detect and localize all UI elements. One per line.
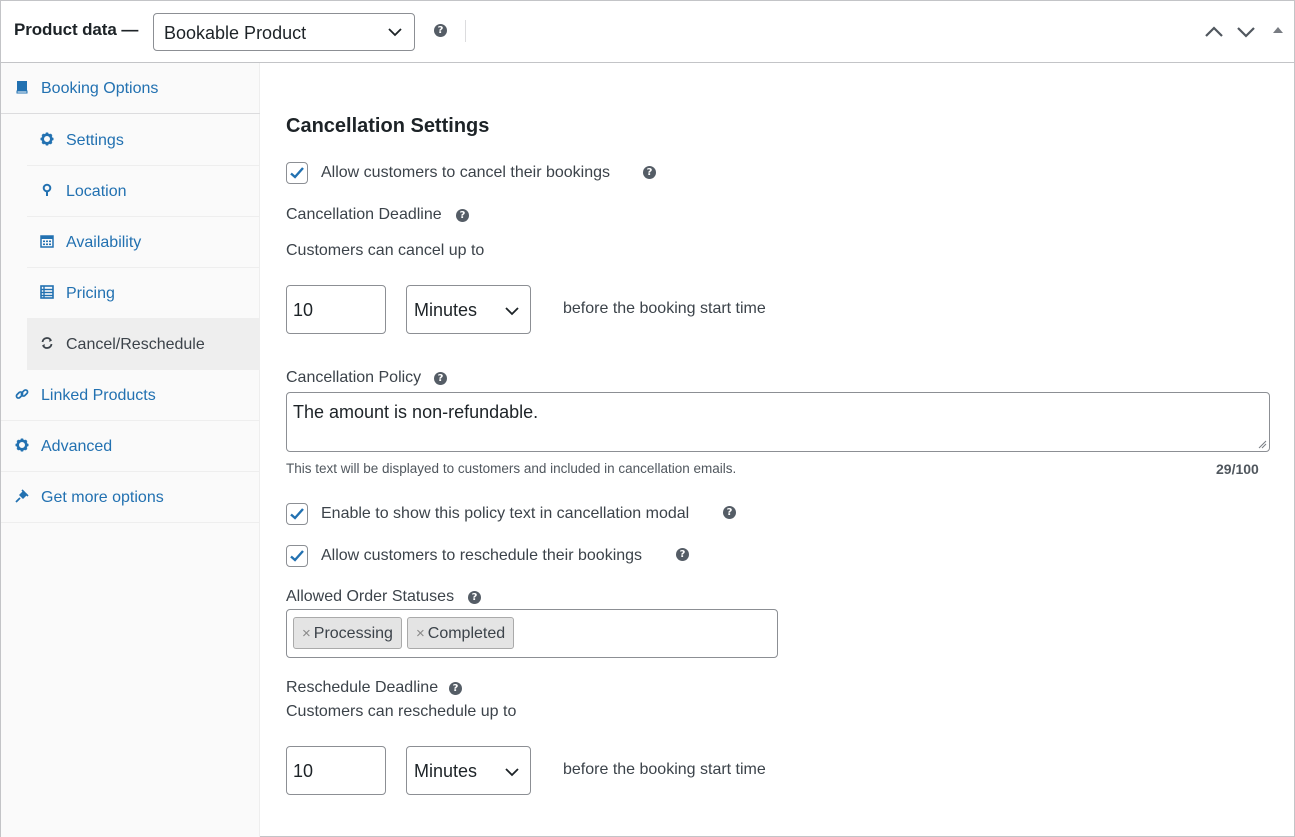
link-icon [15, 389, 29, 399]
sidebar-item-cancel-reschedule[interactable]: Cancel/Reschedule [27, 319, 260, 370]
sidebar-item-location[interactable]: Location [27, 166, 260, 217]
question-icon[interactable]: ? [434, 372, 447, 385]
question-icon[interactable]: ? [468, 591, 481, 604]
cancellation-policy-textarea[interactable]: The amount is non-refundable. [286, 392, 1270, 452]
show-policy-checkbox[interactable] [286, 503, 308, 525]
reschedule-deadline-label: Reschedule Deadline [286, 679, 439, 696]
cancel-deadline-value: 10 [293, 300, 314, 320]
checkmark-icon [290, 550, 304, 562]
gear-icon [40, 132, 54, 146]
reschedule-deadline-sublabel: Customers can reschedule up to [286, 703, 517, 720]
reschedule-deadline-suffix: before the booking start time [563, 761, 766, 778]
reschedule-deadline-unit-value: Minutes [414, 761, 478, 781]
list-icon [40, 285, 54, 299]
sidebar-item-label: Advanced [41, 438, 113, 455]
plugin-icon [15, 489, 29, 503]
status-tag-completed[interactable]: × Completed [407, 617, 515, 649]
status-tag-label: Processing [313, 625, 393, 642]
product-type-select[interactable]: Bookable Product [153, 13, 415, 51]
sidebar-item-label: Cancel/Reschedule [66, 336, 205, 353]
checkmark-icon [290, 167, 304, 179]
chevron-down-icon [388, 28, 402, 37]
allowed-order-statuses-label: Allowed Order Statuses [286, 588, 455, 605]
sidebar-item-label: Get more options [41, 489, 164, 506]
reschedule-deadline-value: 10 [293, 761, 314, 781]
allow-cancel-checkbox[interactable] [286, 162, 308, 184]
sidebar-item-advanced[interactable]: Advanced [1, 421, 260, 472]
remove-tag-icon[interactable]: × [302, 625, 311, 642]
question-icon[interactable]: ? [676, 548, 689, 561]
sidebar-item-label: Linked Products [41, 387, 156, 404]
product-data-header: Product data — Bookable Product ? [1, 1, 1294, 63]
cancel-deadline-suffix: before the booking start time [563, 300, 766, 317]
status-tag-label: Completed [427, 625, 506, 642]
cancellation-policy-text: The amount is non-refundable. [293, 402, 539, 422]
section-title: Cancellation Settings [286, 115, 490, 137]
chevron-down-icon [505, 307, 519, 316]
cancel-deadline-sublabel: Customers can cancel up to [286, 242, 485, 259]
calendar-icon [40, 235, 54, 248]
policy-hint: This text will be displayed to customers… [286, 461, 737, 476]
sidebar-item-pricing[interactable]: Pricing [27, 268, 260, 319]
location-pin-icon [42, 183, 52, 196]
product-data-panel: Product data — Bookable Product ? Bookin… [0, 0, 1295, 837]
question-icon[interactable]: ? [456, 209, 469, 222]
sidebar-item-booking-options[interactable]: Booking Options [1, 63, 260, 114]
allow-reschedule-label: Allow customers to reschedule their book… [321, 547, 643, 564]
panel-title: Product data — [14, 20, 139, 39]
allow-reschedule-checkbox[interactable] [286, 545, 308, 567]
sidebar-item-label: Location [66, 183, 127, 200]
move-down-icon[interactable] [1235, 21, 1257, 43]
cancel-deadline-unit-value: Minutes [414, 300, 478, 320]
refresh-icon [41, 337, 53, 349]
order-statuses-multiselect[interactable]: × Processing × Completed [286, 609, 778, 658]
collapse-toggle-icon[interactable] [1271, 23, 1285, 37]
book-icon [16, 81, 28, 94]
sidebar-item-availability[interactable]: Availability [27, 217, 260, 268]
product-data-tabs: Booking Options Settings Location Availa… [1, 63, 260, 837]
reschedule-deadline-unit-select[interactable]: Minutes [406, 746, 531, 795]
policy-char-counter: 29/100 [1216, 461, 1259, 477]
sidebar-item-get-more-options[interactable]: Get more options [1, 472, 260, 523]
allow-cancel-label: Allow customers to cancel their bookings [321, 164, 611, 181]
sidebar-item-settings[interactable]: Settings [27, 115, 260, 166]
cancel-deadline-input[interactable]: 10 [286, 285, 386, 334]
checkmark-icon [290, 508, 304, 520]
sidebar-item-label: Booking Options [41, 80, 159, 97]
question-icon[interactable]: ? [434, 24, 447, 37]
product-type-value: Bookable Product [164, 23, 307, 43]
status-tag-processing[interactable]: × Processing [293, 617, 402, 649]
question-icon[interactable]: ? [449, 682, 462, 695]
cancellation-policy-label: Cancellation Policy [286, 369, 422, 386]
sidebar-item-linked-products[interactable]: Linked Products [1, 370, 260, 421]
reschedule-deadline-input[interactable]: 10 [286, 746, 386, 795]
gear-icon [15, 438, 29, 452]
show-policy-label: Enable to show this policy text in cance… [321, 505, 690, 522]
sidebar-item-label: Settings [66, 132, 124, 149]
resize-grip-icon[interactable] [1257, 439, 1267, 449]
question-icon[interactable]: ? [723, 506, 736, 519]
header-divider [465, 20, 466, 42]
cancellation-deadline-label: Cancellation Deadline [286, 206, 442, 223]
move-up-icon[interactable] [1203, 21, 1225, 43]
question-icon[interactable]: ? [643, 166, 656, 179]
sidebar-item-label: Availability [66, 234, 142, 251]
remove-tag-icon[interactable]: × [416, 625, 425, 642]
cancel-deadline-unit-select[interactable]: Minutes [406, 285, 531, 334]
sidebar-item-label: Pricing [66, 285, 115, 302]
cancellation-settings-panel: Cancellation Settings Allow customers to… [261, 64, 1295, 837]
chevron-down-icon [505, 768, 519, 777]
